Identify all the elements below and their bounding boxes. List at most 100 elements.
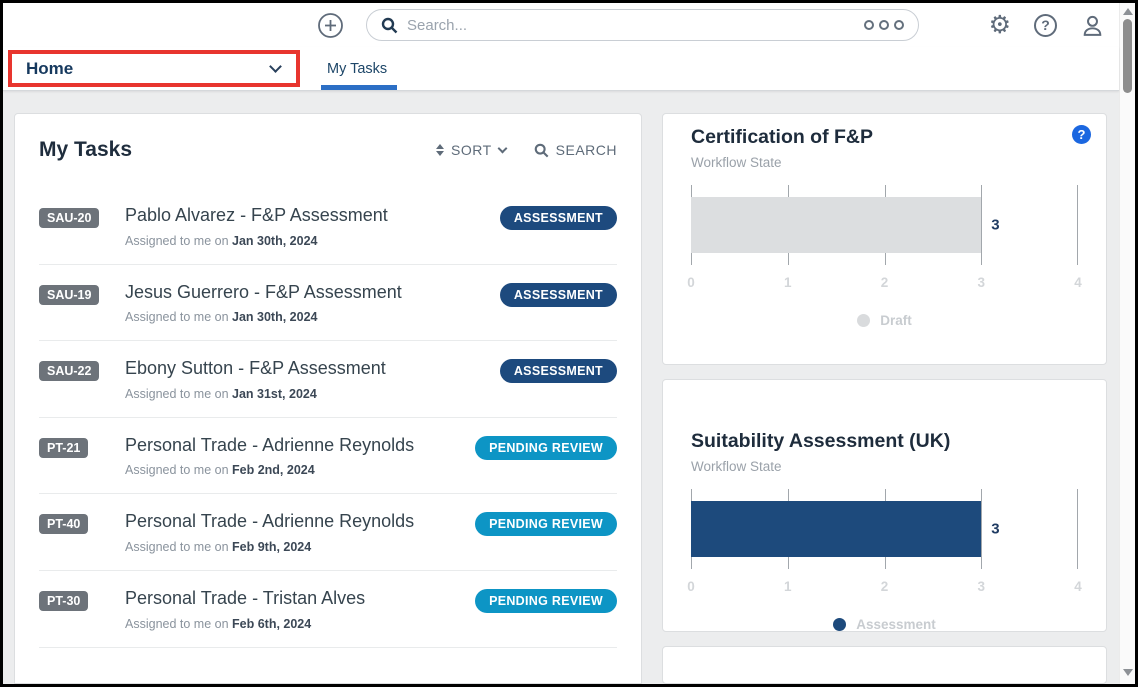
x-axis: 0 1 2 3 4	[691, 275, 1078, 291]
task-row[interactable]: SAU-22 Ebony Sutton - F&P Assessment Ass…	[39, 341, 617, 418]
tab-my-tasks-label: My Tasks	[327, 61, 387, 77]
task-row[interactable]: SAU-20 Pablo Alvarez - F&P Assessment As…	[39, 188, 617, 265]
tick-label: 2	[881, 275, 889, 290]
nav-row: Home My Tasks	[3, 47, 1119, 91]
task-title[interactable]: Personal Trade - Adrienne Reynolds	[125, 435, 461, 457]
search-icon	[381, 17, 398, 34]
app-window: Search... ⚙ ? Home My Tasks	[0, 0, 1138, 687]
task-assigned: Assigned to me on Jan 31st, 2024	[125, 387, 486, 401]
help-icon[interactable]: ?	[1034, 14, 1057, 37]
bar-value-label: 3	[991, 521, 999, 538]
chart-subtitle: Workflow State	[691, 155, 1078, 170]
bar[interactable]	[691, 501, 981, 557]
task-id-badge: SAU-22	[39, 361, 99, 381]
page: Search... ⚙ ? Home My Tasks	[3, 3, 1119, 684]
legend-dot	[857, 314, 870, 327]
task-text: Personal Trade - Tristan Alves Assigned …	[125, 588, 461, 631]
tick-line	[1077, 185, 1078, 265]
chart-legend: Assessment	[691, 617, 1078, 632]
chart-subtitle: Workflow State	[691, 459, 1078, 474]
top-bar: Search... ⚙ ?	[3, 3, 1119, 47]
chart-title: Certification of F&P	[691, 126, 1078, 149]
vertical-scrollbar[interactable]	[1119, 3, 1135, 684]
tick-line	[1077, 489, 1078, 569]
task-title[interactable]: Personal Trade - Tristan Alves	[125, 588, 461, 610]
task-assigned: Assigned to me on Feb 2nd, 2024	[125, 463, 461, 477]
task-row[interactable]: PT-40 Personal Trade - Adrienne Reynolds…	[39, 494, 617, 571]
bar-chart: 3	[691, 489, 1078, 569]
tick-label: 1	[784, 579, 792, 594]
my-tasks-title: My Tasks	[39, 138, 132, 162]
task-assigned: Assigned to me on Feb 6th, 2024	[125, 617, 461, 631]
tab-active-underline	[321, 85, 397, 90]
tick-label: 0	[687, 579, 695, 594]
sort-icon	[436, 144, 444, 156]
chart-legend: Draft	[691, 313, 1078, 328]
task-assigned: Assigned to me on Jan 30th, 2024	[125, 310, 486, 324]
search-tasks-button[interactable]: SEARCH	[534, 142, 617, 158]
scrollbar-up-arrow-icon[interactable]	[1123, 8, 1133, 15]
task-id-badge: PT-30	[39, 591, 88, 611]
status-badge: ASSESSMENT	[500, 359, 617, 383]
home-dropdown[interactable]: Home	[8, 50, 300, 87]
profile-icon[interactable]	[1080, 13, 1105, 38]
task-title[interactable]: Jesus Guerrero - F&P Assessment	[125, 282, 486, 304]
add-icon[interactable]	[317, 12, 344, 39]
tick-label: 4	[1074, 275, 1082, 290]
tick-label: 2	[881, 579, 889, 594]
scrollbar-down-arrow-icon[interactable]	[1123, 669, 1133, 676]
task-text: Pablo Alvarez - F&P Assessment Assigned …	[125, 205, 486, 248]
home-dropdown-label: Home	[26, 59, 73, 79]
sort-label: SORT	[451, 142, 492, 158]
x-axis: 0 1 2 3 4	[691, 579, 1078, 595]
sort-chevron-icon	[497, 144, 507, 154]
tick-line	[981, 185, 982, 265]
task-id-badge: PT-40	[39, 514, 88, 534]
status-badge: PENDING REVIEW	[475, 436, 617, 460]
chart-help-icon[interactable]: ?	[1072, 125, 1091, 144]
topbar-icons: ⚙ ?	[989, 13, 1105, 38]
search-overflow-icon[interactable]	[864, 20, 904, 30]
task-title[interactable]: Ebony Sutton - F&P Assessment	[125, 358, 486, 380]
search-tasks-icon	[534, 143, 549, 158]
task-row[interactable]: PT-30 Personal Trade - Tristan Alves Ass…	[39, 571, 617, 648]
scrollbar-thumb[interactable]	[1123, 19, 1132, 93]
task-title[interactable]: Personal Trade - Adrienne Reynolds	[125, 511, 461, 533]
task-assigned: Assigned to me on Jan 30th, 2024	[125, 234, 486, 248]
legend-label: Draft	[880, 313, 912, 328]
chart-card-suitability: Suitability Assessment (UK) Workflow Sta…	[662, 379, 1107, 632]
tick-label: 3	[977, 275, 985, 290]
task-id-badge: SAU-19	[39, 285, 99, 305]
chevron-down-icon	[269, 60, 282, 73]
task-text: Personal Trade - Adrienne Reynolds Assig…	[125, 435, 461, 478]
chart-card-partial	[662, 646, 1107, 684]
my-tasks-header: My Tasks SORT	[39, 138, 617, 162]
settings-gear-icon[interactable]: ⚙	[989, 13, 1011, 38]
chart-title: Suitability Assessment (UK)	[691, 430, 1078, 453]
tick-line	[981, 489, 982, 569]
bar[interactable]	[691, 197, 981, 253]
task-title[interactable]: Pablo Alvarez - F&P Assessment	[125, 205, 486, 227]
sort-button[interactable]: SORT	[436, 142, 506, 158]
task-text: Jesus Guerrero - F&P Assessment Assigned…	[125, 282, 486, 325]
search-placeholder: Search...	[407, 17, 855, 34]
status-badge: PENDING REVIEW	[475, 589, 617, 613]
task-row[interactable]: PT-21 Personal Trade - Adrienne Reynolds…	[39, 418, 617, 495]
task-row[interactable]: SAU-19 Jesus Guerrero - F&P Assessment A…	[39, 265, 617, 342]
tick-label: 0	[687, 275, 695, 290]
tick-label: 1	[784, 275, 792, 290]
task-text: Personal Trade - Adrienne Reynolds Assig…	[125, 511, 461, 554]
task-id-badge: SAU-20	[39, 208, 99, 228]
tasks-controls: SORT SEARCH	[436, 142, 617, 158]
my-tasks-panel: My Tasks SORT	[14, 113, 642, 684]
tab-my-tasks[interactable]: My Tasks	[321, 47, 393, 90]
tick-label: 3	[977, 579, 985, 594]
bar-chart: 3	[691, 185, 1078, 265]
search-input[interactable]: Search...	[366, 9, 919, 41]
status-badge: ASSESSMENT	[500, 283, 617, 307]
task-id-badge: PT-21	[39, 438, 88, 458]
legend-dot	[833, 618, 846, 631]
chart-card-certification: ? Certification of F&P Workflow State 3 …	[662, 113, 1107, 365]
tick-label: 4	[1074, 579, 1082, 594]
status-badge: PENDING REVIEW	[475, 512, 617, 536]
